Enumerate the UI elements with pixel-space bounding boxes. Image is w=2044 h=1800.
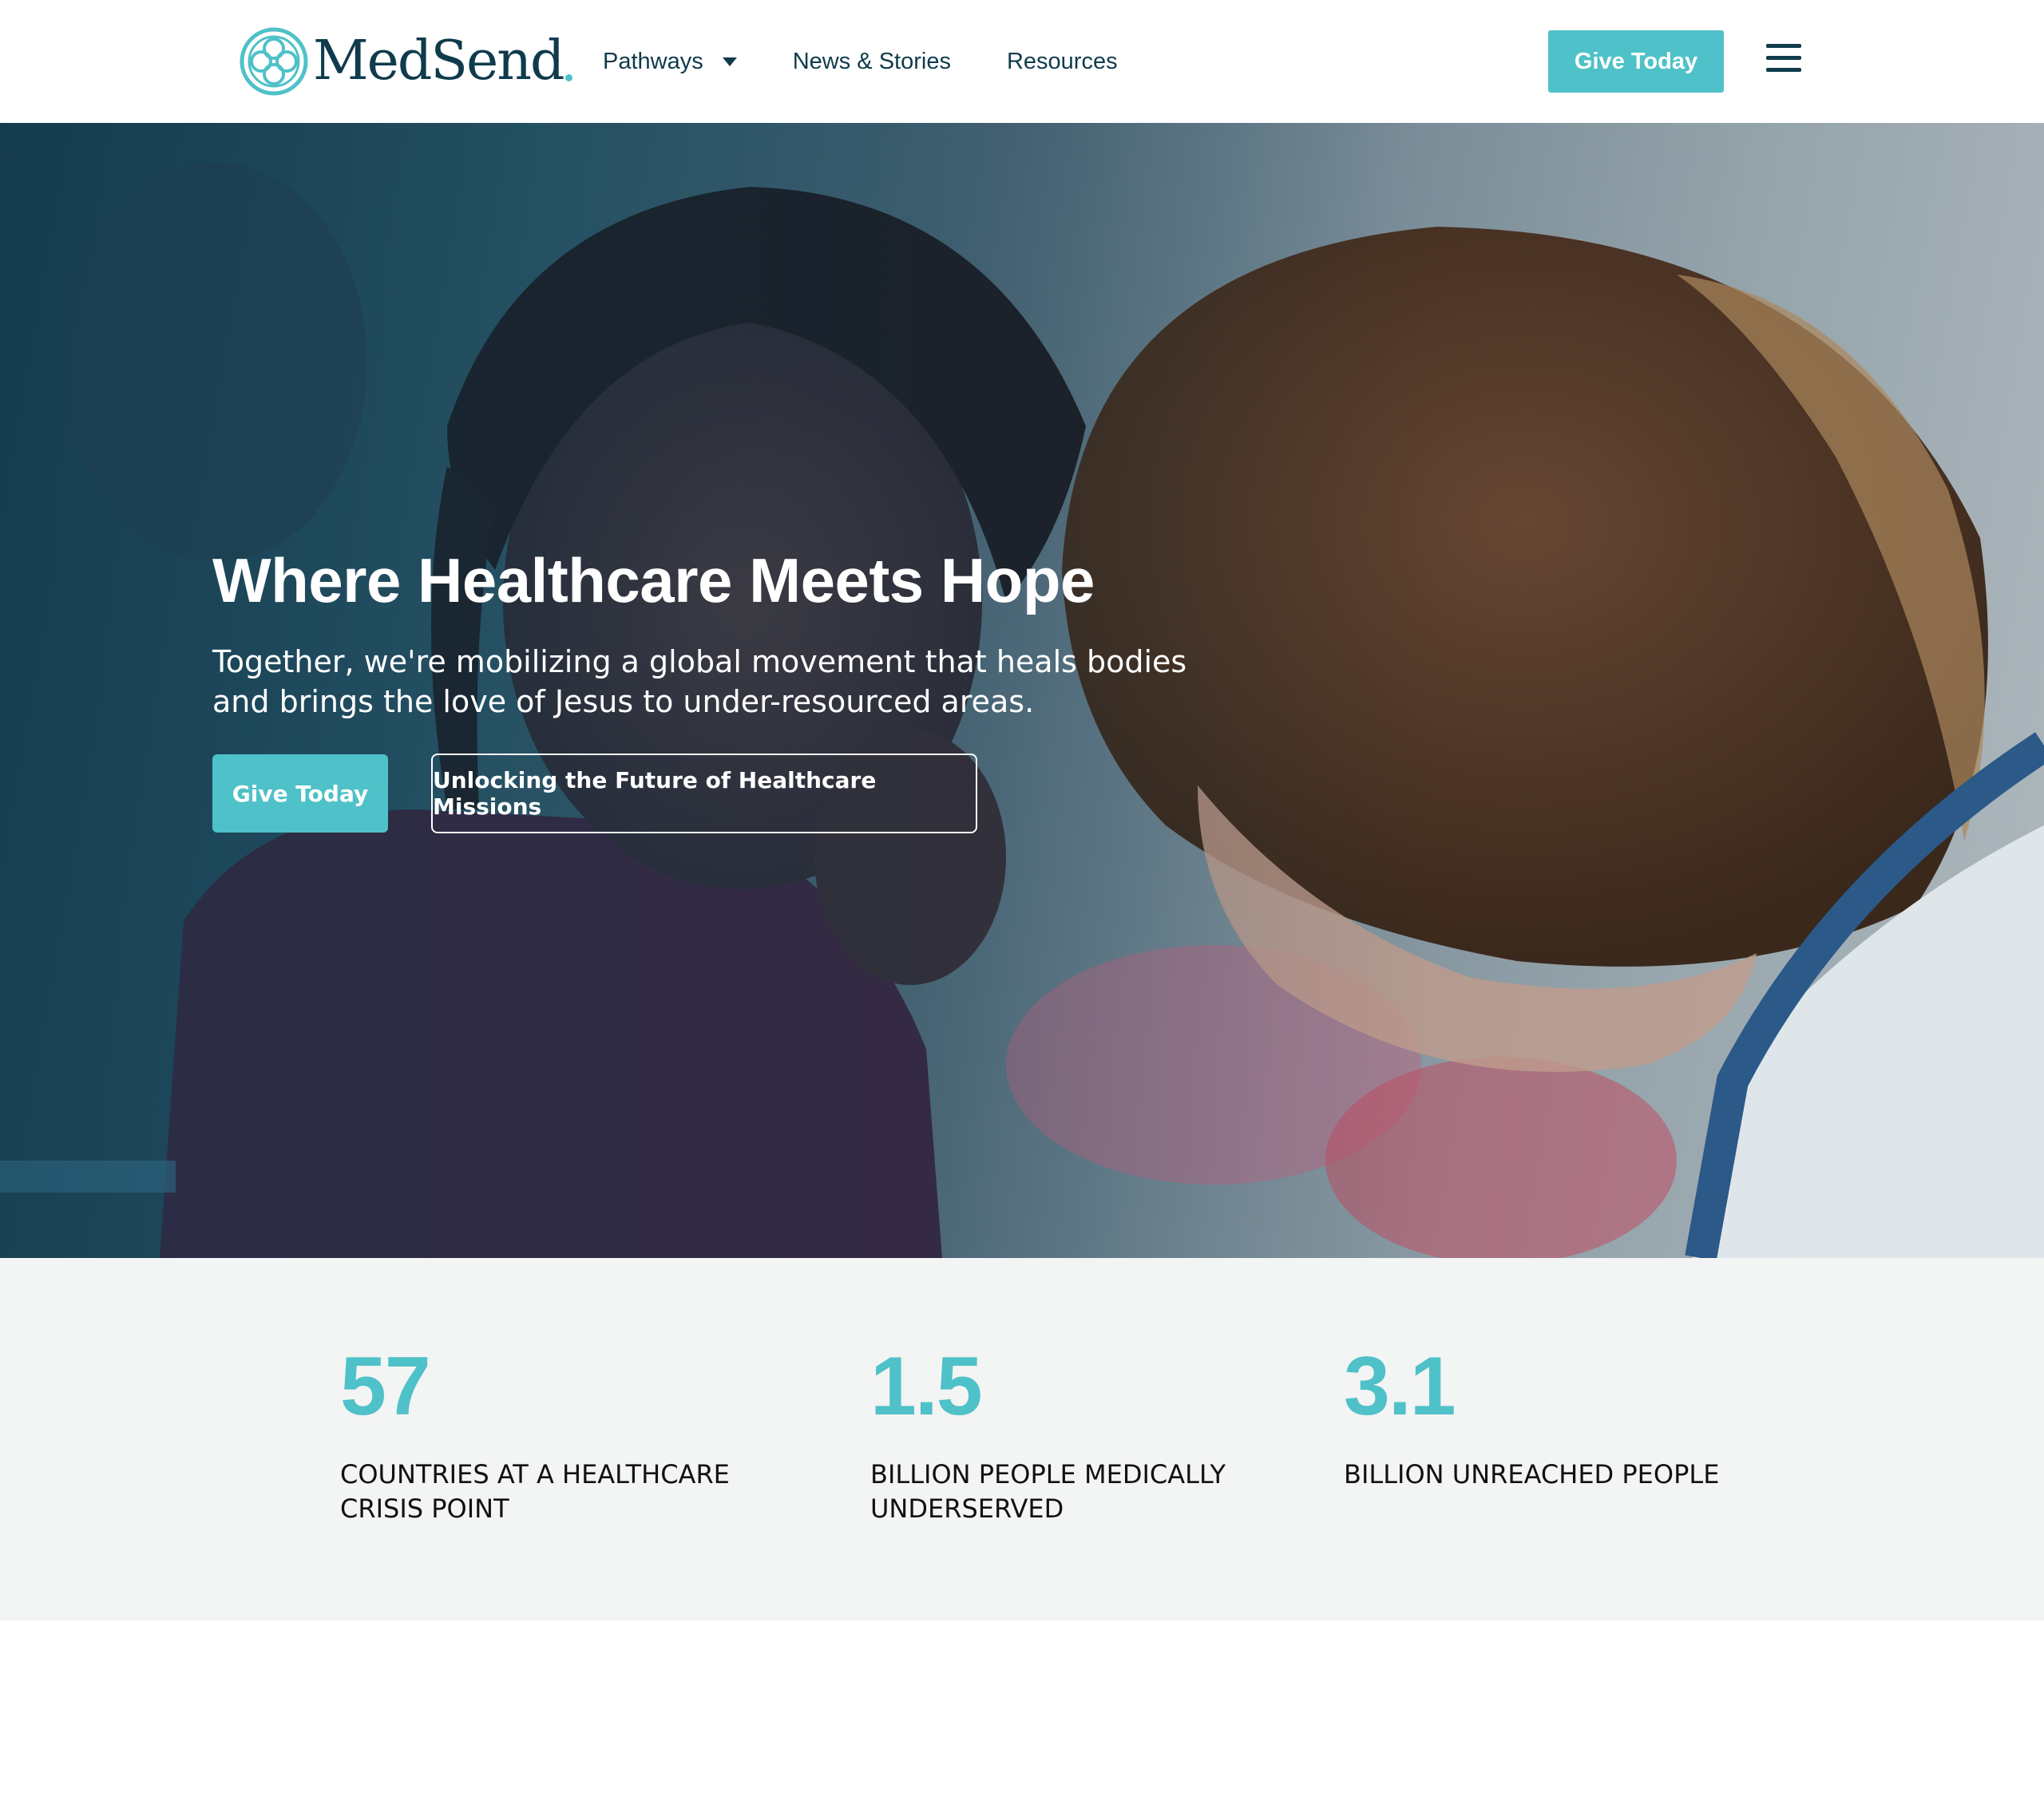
nav-item-label: Pathways (603, 48, 703, 74)
stat-item: 3.1 BILLION UNREACHED PEOPLE (1344, 1343, 1743, 1492)
future-healthcare-missions-button[interactable]: Unlocking the Future of Healthcare Missi… (431, 754, 977, 833)
hero-title: Where Healthcare Meets Hope (212, 545, 1095, 615)
stat-number: 1.5 (870, 1340, 983, 1433)
logo-text: MedSend (313, 30, 565, 93)
medsend-logo-icon (240, 27, 308, 96)
hamburger-line (1766, 68, 1801, 72)
nav-item-label: News & Stories (792, 48, 951, 74)
stats-section: 57 COUNTRIES AT A HEALTHCARE CRISIS POIN… (0, 1258, 2044, 1620)
stat-item: 1.5 BILLION PEOPLE MEDICALLY UNDERSERVED (870, 1343, 1270, 1526)
stat-number: 57 (340, 1340, 431, 1433)
give-today-button[interactable]: Give Today (1548, 30, 1724, 93)
nav-item-news-stories[interactable]: News & Stories (793, 49, 951, 75)
nav-item-pathways[interactable]: Pathways (603, 49, 737, 75)
nav-item-label: Resources (1006, 48, 1118, 74)
site-header: MedSend Pathways News & Stories Resource… (0, 0, 2044, 123)
stat-label: BILLION UNREACHED PEOPLE (1344, 1459, 1720, 1489)
stat-item: 57 COUNTRIES AT A HEALTHCARE CRISIS POIN… (340, 1343, 755, 1526)
hamburger-menu-icon[interactable] (1766, 44, 1801, 74)
stat-label: BILLION PEOPLE MEDICALLY UNDERSERVED (870, 1459, 1226, 1524)
chevron-down-icon[interactable] (722, 57, 737, 66)
logo-dot (564, 73, 572, 81)
logo[interactable]: MedSend (240, 27, 572, 96)
stat-number: 3.1 (1344, 1340, 1456, 1433)
hero-section: Where Healthcare Meets Hope Together, we… (0, 123, 2044, 1258)
hero-subtitle: Together, we're mobilizing a global move… (212, 644, 1187, 719)
hamburger-line (1766, 56, 1801, 60)
hamburger-line (1766, 44, 1801, 48)
main-nav: Pathways News & Stories Resources (603, 40, 1174, 83)
stat-label: COUNTRIES AT A HEALTHCARE CRISIS POINT (340, 1459, 730, 1524)
nav-item-resources[interactable]: Resources (1007, 49, 1118, 75)
hero-give-today-button[interactable]: Give Today (212, 754, 388, 833)
